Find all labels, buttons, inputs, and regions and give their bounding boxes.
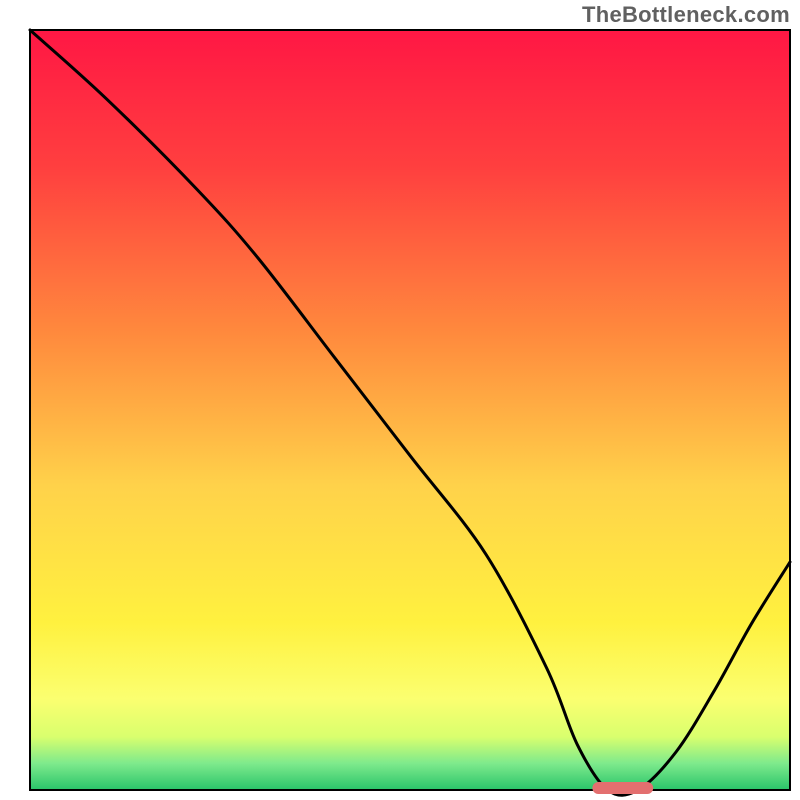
bottleneck-chart	[0, 0, 800, 800]
chart-stage: TheBottleneck.com	[0, 0, 800, 800]
optimal-range-marker	[592, 782, 653, 794]
plot-background-gradient	[30, 30, 790, 790]
